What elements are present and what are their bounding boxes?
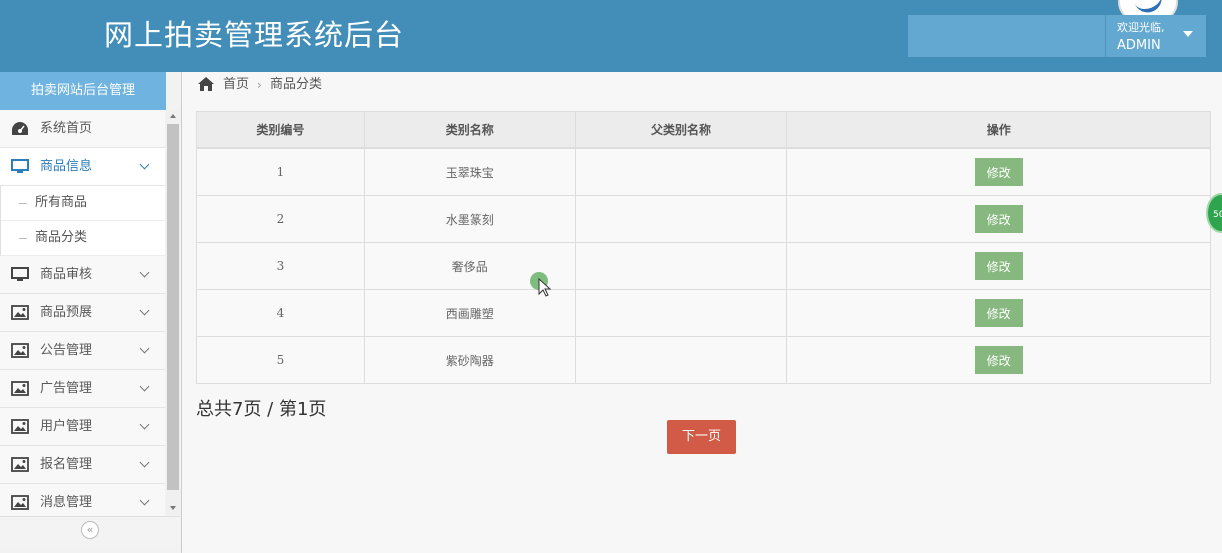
- chevron-down-icon: [139, 495, 150, 506]
- cell-parent: [574, 147, 788, 196]
- table-row: 5 紫砂陶器 修改: [196, 336, 1211, 384]
- table-header-row: 类别编号 类别名称 父类别名称 操作: [196, 111, 1211, 149]
- chevron-down-icon: [139, 267, 150, 278]
- cell-id: 2: [196, 195, 365, 243]
- sidebar-item-ads[interactable]: 广告管理: [0, 370, 165, 408]
- sidebar: 拍卖网站后台管理 系统首页 商品信息 所有商品 商品分类 商品审核 商品预展 公…: [0, 72, 182, 553]
- sidebar-item-goods-preview[interactable]: 商品预展: [0, 294, 165, 332]
- scroll-thumb[interactable]: [167, 124, 179, 490]
- column-header-action: 操作: [786, 111, 1211, 149]
- caret-down-icon[interactable]: [1183, 31, 1193, 37]
- column-header-id: 类别编号: [196, 111, 365, 149]
- chevron-down-icon: [139, 419, 150, 430]
- picture-icon: [11, 457, 29, 472]
- breadcrumb-home-link[interactable]: 首页: [223, 72, 249, 98]
- chevron-down-icon: [139, 159, 150, 170]
- top-navbar: 网上拍卖管理系统后台 欢迎光临, ADMIN: [0, 0, 1222, 72]
- table-row: 2 水墨篆刻 修改: [196, 195, 1211, 243]
- chevron-down-icon: [139, 457, 150, 468]
- sidebar-item-goods-review[interactable]: 商品审核: [0, 256, 165, 294]
- column-header-name: 类别名称: [363, 111, 576, 149]
- sidebar-scrollbar[interactable]: [166, 110, 180, 515]
- sidebar-item-users[interactable]: 用户管理: [0, 408, 165, 446]
- user-menu[interactable]: 欢迎光临, ADMIN: [908, 15, 1206, 57]
- monitor-icon: [11, 159, 29, 173]
- table-row: 4 西画雕塑 修改: [196, 289, 1211, 337]
- cell-id: 5: [196, 336, 365, 384]
- cell-id: 3: [196, 242, 365, 290]
- column-header-parent: 父类别名称: [574, 111, 788, 149]
- sidebar-title: 拍卖网站后台管理: [0, 72, 166, 110]
- breadcrumb-separator: ›: [257, 78, 262, 92]
- chevron-down-icon: [139, 381, 150, 392]
- sidebar-item-announcements[interactable]: 公告管理: [0, 332, 165, 370]
- edit-button[interactable]: 修改: [974, 252, 1023, 280]
- sidebar-item-label: 商品信息: [40, 159, 93, 174]
- edit-button[interactable]: 修改: [974, 299, 1023, 327]
- scroll-up-icon[interactable]: [170, 114, 176, 118]
- sidebar-item-label: 系统首页: [40, 121, 93, 136]
- cell-parent: [574, 289, 788, 337]
- sidebar-item-registrations[interactable]: 报名管理: [0, 446, 165, 484]
- edit-button[interactable]: 修改: [974, 346, 1023, 374]
- pagination-summary: 总共7页 / 第1页: [196, 399, 327, 420]
- cell-name: 水墨篆刻: [363, 195, 576, 243]
- table-row: 1 玉翠珠宝 修改: [196, 147, 1211, 196]
- cell-id: 4: [196, 289, 365, 337]
- scroll-down-icon[interactable]: [170, 506, 176, 510]
- app-title: 网上拍卖管理系统后台: [104, 18, 405, 52]
- breadcrumb: 首页 › 商品分类: [182, 72, 1222, 98]
- welcome-text: 欢迎光临,: [1117, 21, 1165, 34]
- dashboard-icon: [12, 122, 28, 135]
- breadcrumb-current: 商品分类: [270, 77, 323, 92]
- collapse-sidebar-icon[interactable]: «: [81, 521, 99, 539]
- picture-icon: [11, 419, 29, 434]
- next-page-button[interactable]: 下一页: [667, 420, 736, 454]
- picture-icon: [11, 381, 29, 396]
- cell-parent: [574, 336, 788, 384]
- monitor-icon: [11, 267, 29, 281]
- table-row: 3 奢侈品 修改: [196, 242, 1211, 290]
- cell-name: 紫砂陶器: [363, 336, 576, 384]
- sidebar-collapse-bar: «: [0, 516, 180, 547]
- cell-parent: [574, 195, 788, 243]
- edit-button[interactable]: 修改: [974, 205, 1023, 233]
- sidebar-nav: 系统首页 商品信息 所有商品 商品分类 商品审核 商品预展 公告管理 广告管理 …: [0, 110, 165, 522]
- cell-parent: [574, 242, 788, 290]
- mouse-cursor-icon: [538, 278, 552, 297]
- edit-button[interactable]: 修改: [974, 158, 1023, 186]
- submenu-goods-info: 所有商品 商品分类: [0, 186, 165, 256]
- chevron-down-icon: [139, 343, 150, 354]
- home-icon: [198, 77, 214, 91]
- picture-icon: [11, 305, 29, 320]
- cell-id: 1: [196, 147, 365, 196]
- category-table: 类别编号 类别名称 父类别名称 操作 1 玉翠珠宝 修改 2 水墨篆刻 修改 3…: [196, 111, 1211, 384]
- sidebar-item-goods-info[interactable]: 商品信息: [0, 148, 165, 186]
- chevron-down-icon: [139, 305, 150, 316]
- picture-icon: [11, 495, 29, 510]
- sidebar-subitem-all-goods[interactable]: 所有商品: [1, 186, 165, 221]
- cell-name: 玉翠珠宝: [363, 147, 576, 196]
- username: ADMIN: [1117, 38, 1161, 53]
- sidebar-subitem-goods-category[interactable]: 商品分类: [1, 221, 165, 256]
- picture-icon: [11, 343, 29, 358]
- sidebar-item-dashboard[interactable]: 系统首页: [0, 110, 165, 148]
